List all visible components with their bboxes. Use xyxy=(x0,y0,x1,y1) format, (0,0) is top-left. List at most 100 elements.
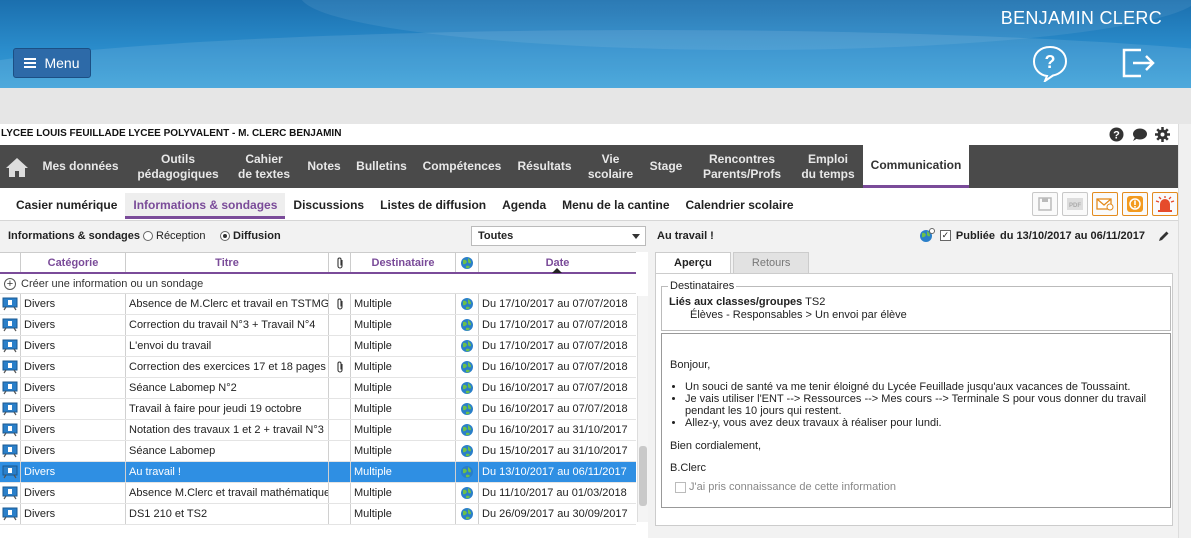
table-row[interactable]: Divers L'envoi du travail Multiple Du 17/10… xyxy=(0,336,636,357)
paperclip-icon xyxy=(336,257,343,269)
pdf-button[interactable]: PDF xyxy=(1062,192,1088,216)
row-date: Du 13/10/2017 au 06/11/2017 xyxy=(482,466,627,478)
col-globe-header[interactable] xyxy=(456,253,479,272)
table-row[interactable]: Divers Notation des travaux 1 et 2 + trav… xyxy=(0,420,636,441)
row-date: Du 15/10/2017 au 31/10/2017 xyxy=(482,445,628,457)
col-title-header[interactable]: Titre xyxy=(126,253,329,272)
category-select[interactable]: Toutes xyxy=(471,226,646,246)
published-checkbox[interactable]: ✓ xyxy=(939,230,951,241)
message-bullet: Un souci de santé va me tenir éloigné du… xyxy=(685,381,1162,393)
nav-rencontres-parents-profs[interactable]: Rencontres Parents/Profs xyxy=(691,145,793,188)
published-toggle[interactable]: ✓ Publiée du 13/10/2017 au 06/11/2017 xyxy=(919,228,1170,243)
row-type-cell xyxy=(0,462,21,482)
row-publish-status xyxy=(456,462,479,482)
help-icon[interactable]: ? xyxy=(1031,44,1069,82)
table-row[interactable]: Divers Correction des exercices 17 et 18 … xyxy=(0,357,636,378)
menu-button[interactable]: Menu xyxy=(13,48,91,78)
nav-communication[interactable]: Communication xyxy=(863,145,969,188)
globe-icon xyxy=(461,319,473,331)
list-scrollbar[interactable] xyxy=(637,296,648,522)
nav-competences[interactable]: Compétences xyxy=(415,145,509,188)
recipients-fieldset: Destinataires Liés aux classes/groupes T… xyxy=(661,280,1171,331)
tab-apercu[interactable]: Aperçu xyxy=(655,252,731,273)
acknowledge-checkbox[interactable] xyxy=(675,481,686,493)
emergency-button[interactable] xyxy=(1152,192,1178,216)
row-title: Notation des travaux 1 et 2 + travail N°… xyxy=(126,420,329,440)
row-type-cell xyxy=(0,483,21,503)
table-row[interactable]: Divers Absence M.Clerc et travail mathéma… xyxy=(0,483,636,504)
scrollbar-thumb[interactable] xyxy=(639,446,647,506)
col-category-header[interactable]: Catégorie xyxy=(21,253,126,272)
nav-bulletins[interactable]: Bulletins xyxy=(348,145,415,188)
tab-retours[interactable]: Retours xyxy=(732,252,810,273)
nav-stage[interactable]: Stage xyxy=(641,145,691,188)
gear-icon[interactable] xyxy=(1155,127,1170,142)
radio-reception-label: Réception xyxy=(156,230,206,242)
row-category: Divers xyxy=(21,504,126,524)
message-body: Bonjour, Un souci de santé va me tenir é… xyxy=(661,333,1171,508)
row-title: L'envoi du travail xyxy=(126,336,329,356)
nav-resultats[interactable]: Résultats xyxy=(509,145,580,188)
globe-icon xyxy=(461,256,473,269)
globe-icon xyxy=(461,487,473,499)
subnav-menu-cantine[interactable]: Menu de la cantine xyxy=(554,193,677,219)
info-board-icon xyxy=(2,381,18,395)
row-recipient: Multiple xyxy=(351,462,456,482)
row-recipient: Multiple xyxy=(351,336,456,356)
floppy-icon xyxy=(1038,197,1052,211)
nav-cahier-de-textes[interactable]: Cahier de textes xyxy=(228,145,300,188)
nav-outils-pedagogiques[interactable]: Outils pédagogiques xyxy=(128,145,228,188)
page-scrollbar[interactable] xyxy=(1178,124,1191,538)
info-board-icon xyxy=(2,486,18,500)
subnav-calendrier-scolaire[interactable]: Calendrier scolaire xyxy=(678,193,802,219)
row-title: Au travail ! xyxy=(126,462,329,482)
logout-icon[interactable] xyxy=(1121,44,1157,82)
table-row[interactable]: Divers Séance Labomep Multiple Du 15/10/201… xyxy=(0,441,636,462)
radio-diffusion[interactable]: Diffusion xyxy=(220,230,281,242)
pdf-icon: PDF xyxy=(1067,198,1083,210)
subnav-casier-numerique[interactable]: Casier numérique xyxy=(8,193,125,219)
alert-button[interactable] xyxy=(1122,192,1148,216)
subnav-listes-de-diffusion[interactable]: Listes de diffusion xyxy=(372,193,494,219)
table-row[interactable]: Divers Au travail ! Multiple Du 13/10/2017 … xyxy=(0,462,636,483)
nav-vie-scolaire[interactable]: Vie scolaire xyxy=(580,145,641,188)
radio-reception[interactable]: Réception xyxy=(143,230,206,242)
col-recipient-header[interactable]: Destinataire xyxy=(351,253,456,272)
grid-body: Divers Absence de M.Clerc et travail en T… xyxy=(0,294,636,525)
nav-notes[interactable]: Notes xyxy=(300,145,348,188)
save-button[interactable] xyxy=(1032,192,1058,216)
row-publish-status xyxy=(456,399,479,419)
radio-circle xyxy=(143,231,153,241)
col-attachment-header[interactable] xyxy=(329,253,351,272)
col-icon-header xyxy=(0,253,21,272)
table-row[interactable]: Divers Séance Labomep N°2 Multiple Du 16/10… xyxy=(0,378,636,399)
detail-panel: Au travail ! ✓ Publiée du 13/10/2017 au … xyxy=(652,222,1178,538)
create-info-row[interactable]: + Créer une information ou un sondage xyxy=(0,274,636,294)
message-closing: Bien cordialement, xyxy=(670,440,762,452)
pencil-icon[interactable] xyxy=(1158,230,1170,242)
row-title: Absence de M.Clerc et travail en TSTMG xyxy=(126,294,329,314)
message-bullets: Un souci de santé va me tenir éloigné du… xyxy=(685,381,1162,429)
row-type-cell xyxy=(0,294,21,314)
table-row[interactable]: Divers Travail à faire pour jeudi 19 octo… xyxy=(0,399,636,420)
mail-button[interactable] xyxy=(1092,192,1118,216)
header-spacer xyxy=(0,88,1191,124)
table-row[interactable]: Divers Correction du travail N°3 + Travai… xyxy=(0,315,636,336)
row-date: Du 26/09/2017 au 30/09/2017 xyxy=(482,508,628,520)
acknowledge-row[interactable]: J'ai pris connaissance de cette informat… xyxy=(675,481,1162,493)
row-type-cell xyxy=(0,315,21,335)
subnav-informations-sondages[interactable]: Informations & sondages xyxy=(125,193,286,219)
table-row[interactable]: Divers DS1 210 et TS2 Multiple Du 26/09/201… xyxy=(0,504,636,525)
globe-icon xyxy=(461,466,473,478)
row-date: Du 11/10/2017 au 01/03/2018 xyxy=(482,487,627,499)
col-date-header[interactable]: Date xyxy=(479,253,636,273)
question-icon[interactable]: ? xyxy=(1109,127,1124,142)
nav-mes-donnees[interactable]: Mes données xyxy=(33,145,128,188)
subnav-agenda[interactable]: Agenda xyxy=(494,193,554,219)
home-button[interactable] xyxy=(0,145,33,188)
table-row[interactable]: Divers Absence de M.Clerc et travail en T… xyxy=(0,294,636,315)
subnav-discussions[interactable]: Discussions xyxy=(285,193,372,219)
nav-emploi-du-temps[interactable]: Emploi du temps xyxy=(793,145,863,188)
chat-icon[interactable] xyxy=(1132,127,1147,142)
row-attachment xyxy=(329,315,351,335)
